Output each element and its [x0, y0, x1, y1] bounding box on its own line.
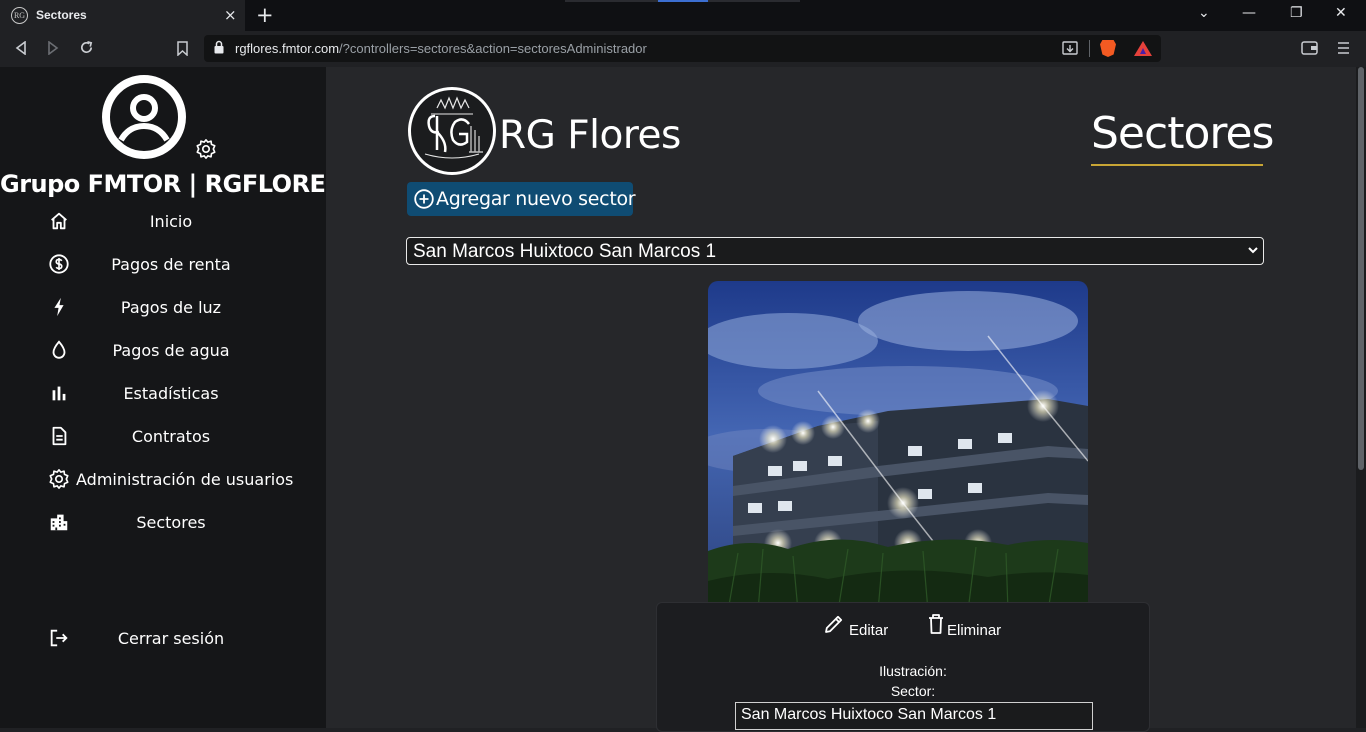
page-title: Sectores: [1091, 108, 1274, 159]
pencil-icon: [825, 615, 843, 633]
url-text[interactable]: rgflores.fmtor.com/?controllers=sectores…: [235, 41, 647, 56]
plus-circle-icon: [414, 189, 434, 209]
sidebar-item-label: Pagos de agua: [112, 341, 230, 360]
tab-active-indicator: [658, 0, 708, 2]
add-sector-button[interactable]: Agregar nuevo sector: [407, 182, 636, 216]
browser-tab[interactable]: RG Sectores ×: [0, 0, 245, 31]
sidebar-item-label: Pagos de renta: [111, 255, 231, 274]
url-path: /?controllers=sectores&action=sectoresAd…: [339, 41, 647, 56]
install-app-icon[interactable]: [1062, 41, 1078, 56]
bookmark-icon[interactable]: [177, 41, 188, 56]
favicon-icon: RG: [11, 7, 28, 24]
urlbar-divider: [1089, 40, 1090, 57]
page-title-underline: [1091, 164, 1263, 166]
tab-search-chevron-icon[interactable]: ⌄: [1198, 5, 1210, 21]
add-sector-label: Agregar nuevo sector: [436, 188, 636, 210]
rg-flores-logo: [408, 87, 496, 175]
sector-name-field[interactable]: San Marcos Huixtoco San Marcos 1: [735, 702, 1093, 730]
chevron-down-icon: [1248, 247, 1258, 254]
menu-icon[interactable]: [1338, 42, 1349, 54]
page-scrollbar-thumb[interactable]: [1358, 67, 1364, 470]
brave-shields-icon[interactable]: [1100, 40, 1116, 57]
window-restore-button[interactable]: ❐: [1290, 5, 1303, 21]
edit-button[interactable]: Editar: [823, 613, 903, 641]
window-minimize-button[interactable]: —: [1242, 5, 1256, 21]
sidebar: Grupo FMTOR | RGFLORES Inicio Pagos de r…: [0, 67, 343, 728]
sector-select[interactable]: San Marcos Huixtoco San Marcos 1: [406, 237, 1264, 265]
tab-close-icon[interactable]: ×: [224, 6, 237, 24]
browser-tabstrip: RG Sectores × + ⌄ — ❐ ✕: [0, 0, 1366, 31]
sidebar-item-sectores[interactable]: Sectores: [48, 507, 294, 537]
brave-rewards-inner-icon: [1140, 48, 1146, 54]
lock-icon: [214, 40, 224, 54]
sidebar-item-label: Inicio: [149, 212, 193, 231]
wallet-icon[interactable]: [1301, 41, 1318, 55]
sector-select-value: San Marcos Huixtoco San Marcos 1: [413, 241, 717, 262]
tab-title: Sectores: [36, 8, 87, 22]
window-close-button[interactable]: ✕: [1335, 5, 1347, 21]
sidebar-item-label: Pagos de luz: [120, 298, 222, 317]
sidebar-item-inicio[interactable]: Inicio: [48, 206, 294, 236]
profile-settings-gear-icon[interactable]: [195, 138, 217, 160]
user-avatar-icon: [102, 75, 186, 159]
address-bar[interactable]: rgflores.fmtor.com/?controllers=sectores…: [204, 35, 1161, 62]
back-arrow-icon[interactable]: [15, 41, 27, 55]
sector-label: Sector:: [890, 683, 936, 699]
sidebar-item-estadisticas[interactable]: Estadísticas: [48, 378, 294, 408]
new-tab-button[interactable]: +: [256, 3, 274, 27]
delete-label: Eliminar: [947, 622, 1002, 639]
org-name: Grupo FMTOR | RGFLORES: [0, 170, 343, 198]
brand-name: RG Flores: [499, 113, 681, 158]
sidebar-item-label: Sectores: [136, 513, 206, 532]
sidebar-item-pagos-agua[interactable]: Pagos de agua: [48, 335, 294, 365]
sector-photo: [708, 281, 1088, 621]
sidebar-item-pagos-luz[interactable]: Pagos de luz: [48, 292, 294, 322]
edit-label: Editar: [849, 622, 889, 639]
delete-button[interactable]: Eliminar: [927, 613, 1027, 641]
sidebar-item-label: Estadísticas: [123, 384, 219, 403]
illustration-label: Ilustración:: [879, 663, 947, 679]
url-domain: rgflores.fmtor.com: [235, 41, 340, 56]
forward-arrow-icon[interactable]: [47, 41, 59, 55]
sidebar-item-pagos-renta[interactable]: Pagos de renta: [48, 249, 294, 279]
reload-icon[interactable]: [79, 40, 94, 55]
sidebar-item-label: Administración de usuarios: [76, 470, 294, 489]
sidebar-item-label: Contratos: [131, 427, 211, 446]
sector-card: Editar Eliminar Ilustración: Sector: San…: [656, 602, 1150, 732]
sidebar-item-contratos[interactable]: Contratos: [48, 421, 294, 451]
sidebar-item-administracion-usuarios[interactable]: Administración de usuarios: [48, 464, 294, 494]
logout-label: Cerrar sesión: [117, 629, 225, 648]
gear-icon: [49, 469, 69, 489]
trash-icon: [929, 614, 943, 634]
browser-toolbar: rgflores.fmtor.com/?controllers=sectores…: [0, 31, 1366, 67]
logout-button[interactable]: Cerrar sesión: [48, 623, 294, 653]
